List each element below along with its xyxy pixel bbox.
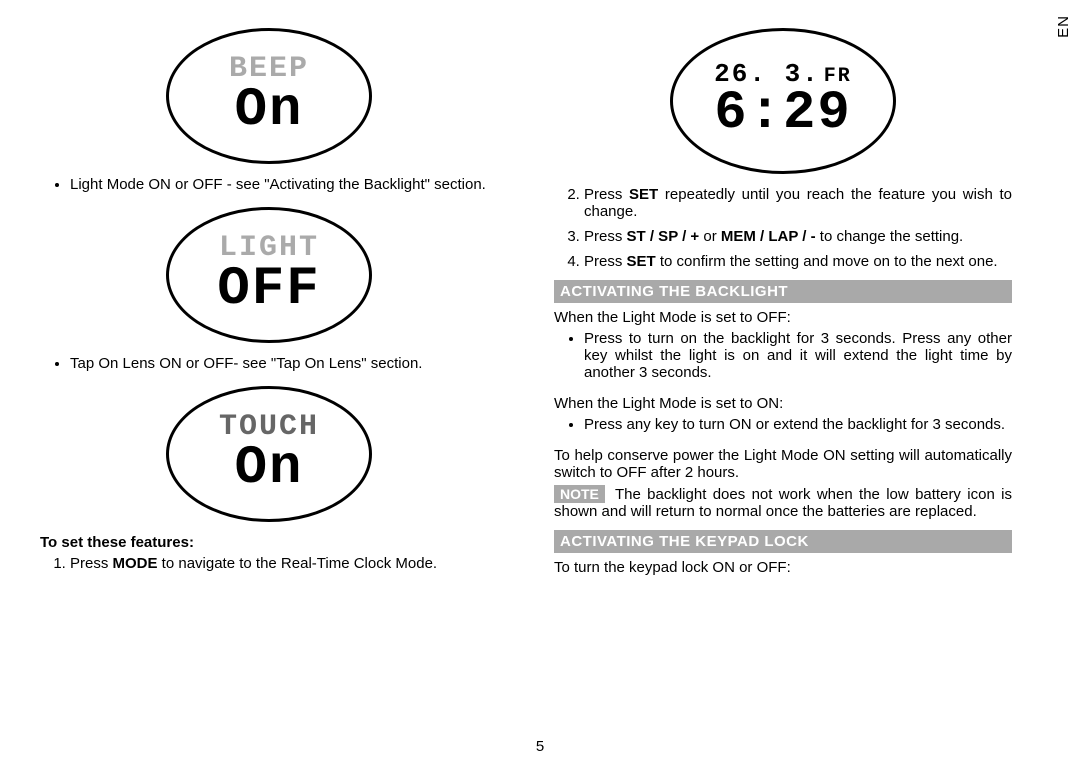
note-text: The backlight does not work when the low… (554, 486, 1012, 520)
right-step-3: Press ST / SP / + or MEM / LAP / - to ch… (584, 228, 1012, 245)
step4-set-key: SET (627, 253, 656, 270)
note-badge: NOTE (554, 485, 605, 503)
step1-post: to navigate to the Real-Time Clock Mode. (158, 555, 438, 572)
step2-set-key: SET (629, 186, 658, 203)
heading-backlight: ACTIVATING THE BACKLIGHT (554, 280, 1012, 303)
backlight-conserve: To help conserve power the Light Mode ON… (554, 447, 1012, 481)
heading-keypad-lock: ACTIVATING THE KEYPAD LOCK (554, 530, 1012, 553)
keypad-intro: To turn the keypad lock ON or OFF: (554, 559, 1012, 576)
lcd-touch-value: On (235, 442, 304, 496)
language-tab: EN (1055, 15, 1072, 38)
bullet-light-mode: Light Mode ON or OFF - see "Activating t… (70, 176, 498, 193)
step2-pre: Press (584, 186, 629, 203)
lcd-beep-value: On (235, 84, 304, 138)
step3-keys1: ST / SP / + (627, 228, 700, 245)
subhead-set-features: To set these features: (40, 534, 498, 551)
backlight-on-intro: When the Light Mode is set to ON: (554, 395, 1012, 412)
page-number: 5 (536, 738, 544, 755)
backlight-off-intro: When the Light Mode is set to OFF: (554, 309, 1012, 326)
right-step-2: Press SET repeatedly until you reach the… (584, 186, 1012, 220)
backlight-off-bullet: Press to turn on the backlight for 3 sec… (584, 330, 1012, 381)
bullet-touch: Tap On Lens ON or OFF- see "Tap On Lens"… (70, 355, 498, 372)
right-step-4: Press SET to confirm the setting and mov… (584, 253, 1012, 270)
manual-page: BEEP On Light Mode ON or OFF - see "Acti… (40, 28, 1020, 738)
lcd-time: 6:29 (714, 87, 852, 141)
lcd-beep-display: BEEP On (166, 28, 372, 164)
step1-pre: Press (70, 555, 113, 572)
step1-mode-key: MODE (113, 555, 158, 572)
lcd-light-display: LIGHT OFF (166, 207, 372, 343)
step4-post: to confirm the setting and move on to th… (656, 253, 998, 270)
lcd-light-value: OFF (217, 263, 320, 317)
backlight-on-bullet: Press any key to turn ON or extend the b… (584, 416, 1012, 433)
left-step-1: Press MODE to navigate to the Real-Time … (70, 555, 498, 572)
step3-post: to change the setting. (816, 228, 964, 245)
lcd-time-display: 26. 3. FR 6:29 (670, 28, 896, 174)
note-paragraph: NOTE The backlight does not work when th… (554, 485, 1012, 520)
lcd-touch-display: TOUCH On (166, 386, 372, 522)
step3-mid: or (699, 228, 721, 245)
right-column: 26. 3. FR 6:29 Press SET repeatedly unti… (554, 28, 1012, 738)
step3-keys2: MEM / LAP / - (721, 228, 816, 245)
left-column: BEEP On Light Mode ON or OFF - see "Acti… (40, 28, 498, 738)
step4-pre: Press (584, 253, 627, 270)
step3-pre: Press (584, 228, 627, 245)
